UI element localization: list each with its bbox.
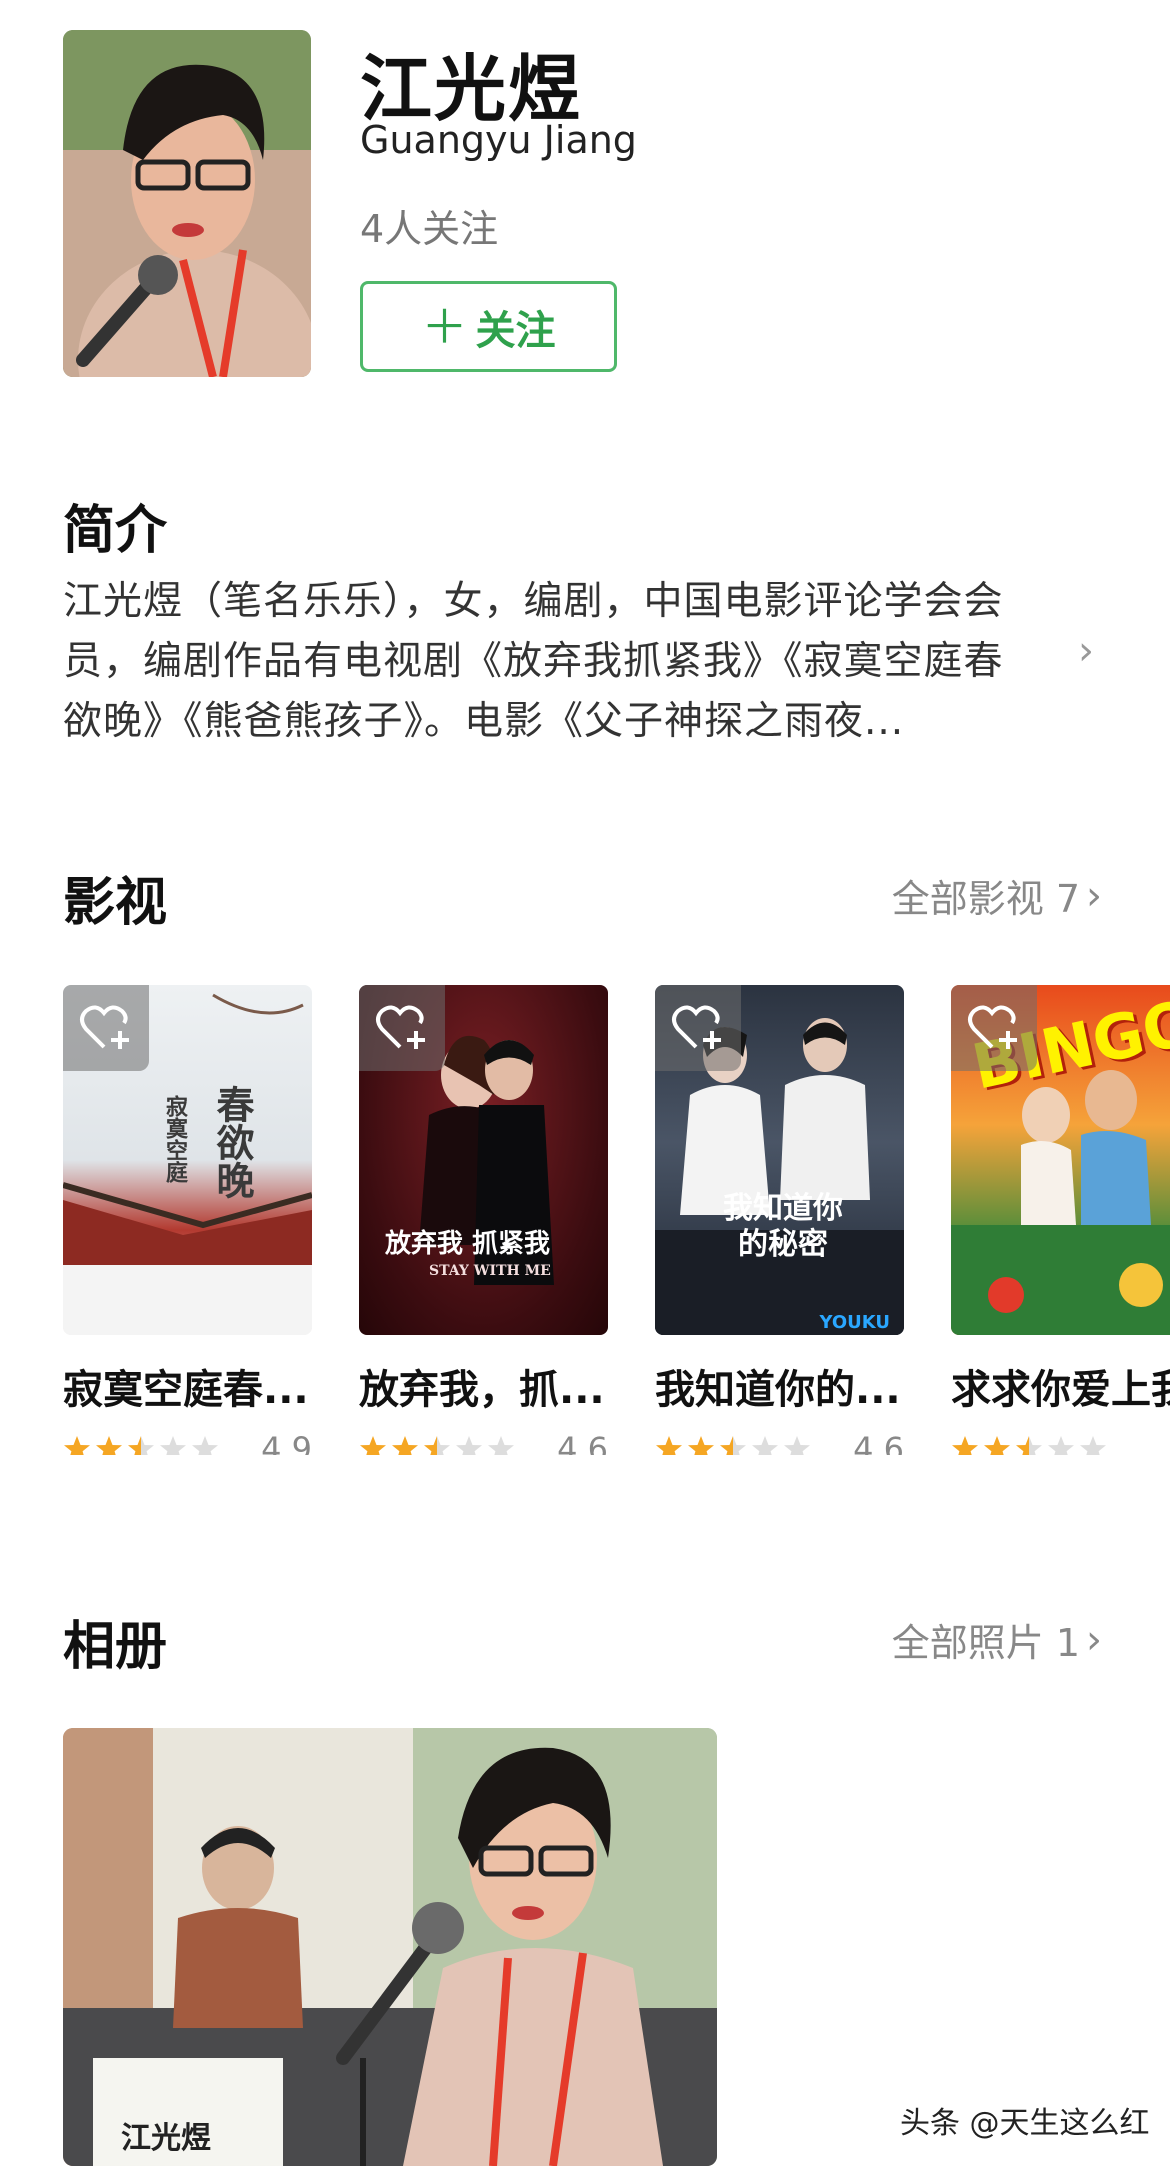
star-half-icon: [720, 1436, 746, 1455]
poster-title: 我知道你的秘密: [723, 1191, 843, 1262]
star-empty-icon: [160, 1436, 186, 1455]
film-card[interactable]: 我知道你的秘密 YOUKU 我知道你的... 4.6: [655, 985, 904, 1455]
films-section-title: 影视: [63, 873, 168, 933]
album-photo[interactable]: 江光煜: [63, 1728, 717, 2166]
film-poster[interactable]: BINGO!: [951, 985, 1170, 1335]
star-half-icon: [128, 1436, 154, 1455]
star-filled-icon: [360, 1436, 386, 1455]
star-empty-icon: [752, 1436, 778, 1455]
favorite-add-button[interactable]: [951, 985, 1037, 1071]
rating-stars: [951, 1435, 1107, 1455]
chevron-right-icon: ›: [1086, 1616, 1102, 1663]
poster-subtitle: 寂寞空庭: [162, 1095, 188, 1183]
watermark: 头条 @天生这么红: [900, 2106, 1150, 2141]
film-title[interactable]: 放弃我，抓...: [359, 1357, 608, 1415]
plus-icon: ＋: [421, 299, 468, 354]
film-poster[interactable]: 我知道你的秘密 YOUKU: [655, 985, 904, 1335]
film-poster[interactable]: 春欲晚 寂寞空庭: [63, 985, 312, 1335]
profile-name-english: Guangyu Jiang: [360, 118, 637, 162]
follow-button[interactable]: ＋ 关注: [360, 281, 617, 372]
heart-plus-icon: [968, 1005, 1017, 1049]
all-films-link[interactable]: 全部影视 7 ›: [892, 868, 1102, 923]
album-section-title: 相册: [63, 1617, 168, 1677]
favorite-add-button[interactable]: [359, 985, 445, 1071]
poster-title: 春欲晚: [210, 1085, 255, 1199]
star-filled-icon: [96, 1436, 122, 1455]
film-score: 4.6: [853, 1430, 904, 1455]
rating-stars: [655, 1435, 811, 1455]
all-films-label: 全部影视 7: [891, 877, 1080, 921]
heart-plus-icon: [80, 1005, 129, 1049]
chevron-right-icon[interactable]: ›: [1078, 628, 1094, 674]
films-carousel[interactable]: 春欲晚 寂寞空庭 寂寞空庭春... 4.9 放弃我 抓紧我 STAY WITH …: [63, 985, 1170, 1455]
star-empty-icon: [784, 1436, 810, 1455]
follow-button-label: 关注: [475, 307, 556, 354]
profile-avatar[interactable]: [63, 30, 311, 377]
all-photos-link[interactable]: 全部照片 1 ›: [892, 1612, 1102, 1667]
star-empty-icon: [456, 1436, 482, 1455]
heart-plus-icon: [672, 1005, 721, 1049]
poster-title: 放弃我 抓紧我: [385, 1229, 551, 1259]
film-card[interactable]: 春欲晚 寂寞空庭 寂寞空庭春... 4.9: [63, 985, 312, 1455]
favorite-add-button[interactable]: [655, 985, 741, 1071]
film-title[interactable]: 我知道你的...: [655, 1357, 904, 1415]
film-rating: 4.9: [63, 1429, 312, 1455]
follower-count: 4人关注: [360, 207, 499, 251]
avatar-portrait: [63, 30, 311, 377]
poster-subtitle: STAY WITH ME: [429, 1263, 551, 1279]
star-empty-icon: [1048, 1436, 1074, 1455]
star-filled-icon: [64, 1436, 90, 1455]
star-filled-icon: [392, 1436, 418, 1455]
star-empty-icon: [1080, 1436, 1106, 1455]
chevron-right-icon: ›: [1086, 872, 1102, 919]
film-rating: 4.6: [359, 1429, 608, 1455]
all-photos-label: 全部照片 1: [891, 1621, 1080, 1665]
star-empty-icon: [488, 1436, 514, 1455]
film-title[interactable]: 求求你爱上我: [951, 1357, 1170, 1415]
film-rating: 4: [951, 1429, 1170, 1455]
poster-subtitle: YOUKU: [819, 1312, 890, 1333]
film-card[interactable]: BINGO! 求求你爱上我 4: [951, 985, 1170, 1455]
intro-text[interactable]: 江光煜（笔名乐乐），女，编剧，中国电影评论学会会员，编剧作品有电视剧《放弃我抓紧…: [63, 572, 1043, 752]
film-score: 4.6: [557, 1430, 608, 1455]
star-filled-icon: [688, 1436, 714, 1455]
film-poster[interactable]: 放弃我 抓紧我 STAY WITH ME: [359, 985, 608, 1335]
film-score: 4.9: [261, 1430, 312, 1455]
rating-stars: [63, 1435, 219, 1455]
star-half-icon: [424, 1436, 450, 1455]
star-filled-icon: [984, 1436, 1010, 1455]
film-card[interactable]: 放弃我 抓紧我 STAY WITH ME 放弃我，抓... 4.6: [359, 985, 608, 1455]
rating-stars: [359, 1435, 515, 1455]
star-half-icon: [1016, 1436, 1042, 1455]
favorite-add-button[interactable]: [63, 985, 149, 1071]
star-filled-icon: [952, 1436, 978, 1455]
heart-plus-icon: [376, 1005, 425, 1049]
film-title[interactable]: 寂寞空庭春...: [63, 1357, 312, 1415]
nameplate: 江光煜: [121, 2121, 211, 2156]
star-empty-icon: [192, 1436, 218, 1455]
album-photo-art: [63, 1728, 717, 2166]
star-filled-icon: [656, 1436, 682, 1455]
intro-section-title: 简介: [63, 501, 168, 561]
film-rating: 4.6: [655, 1429, 904, 1455]
